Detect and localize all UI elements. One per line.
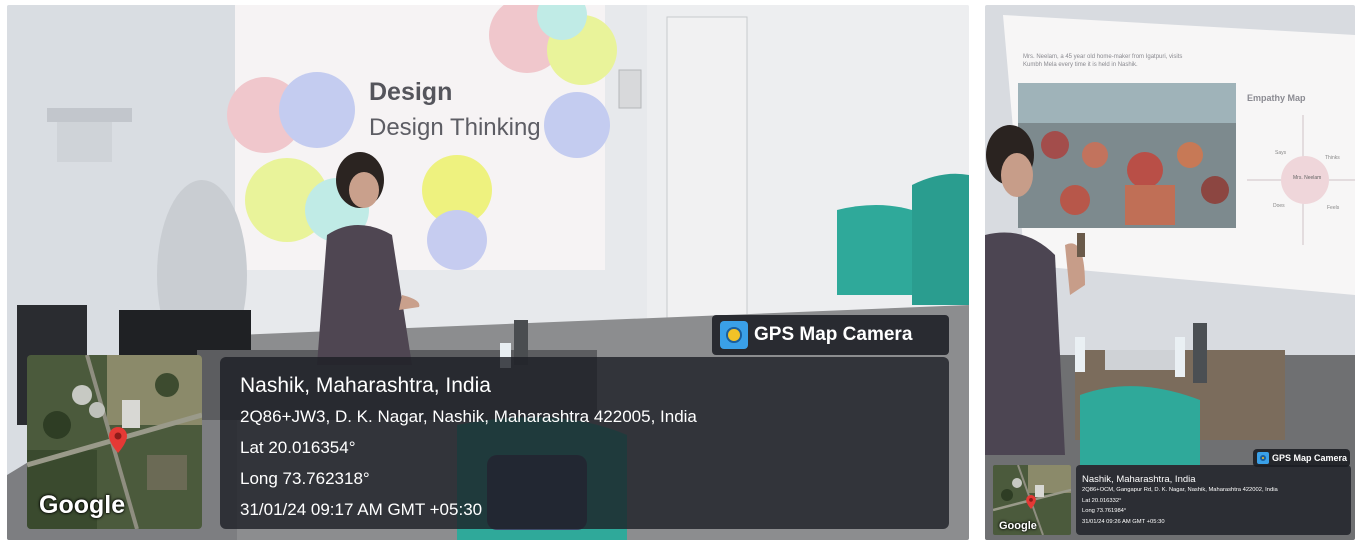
location-longitude: Long 73.761984° [1082, 508, 1127, 514]
empathy-quadrant-does: Does [1273, 203, 1285, 209]
map-pin-icon [109, 427, 127, 453]
location-place: Nashik, Maharashtra, India [240, 374, 491, 397]
location-latitude: Lat 20.016332° [1082, 497, 1122, 504]
empathy-quadrant-feels: Feels [1327, 205, 1340, 211]
gps-badge-label: GPS Map Camera [754, 324, 913, 345]
gps-map-camera-icon [720, 321, 748, 349]
location-longitude: Long 73.762318° [240, 469, 370, 488]
location-datetime: 31/01/24 09:26 AM GMT +05:30 [1082, 518, 1165, 525]
location-address: 2Q86+OCM, Gangapur Rd, D. K. Nagar, Nash… [1082, 487, 1278, 493]
slide-caption: Mrs. Neelam, a 45 year old home-maker fr… [1023, 54, 1183, 68]
right-photo: Mrs. Neelam, a 45 year old home-maker fr… [985, 5, 1355, 540]
google-attribution: Google [39, 491, 126, 519]
gps-map-camera-icon [1257, 452, 1269, 464]
gps-map-camera-badge: GPS Map Camera [712, 315, 949, 355]
map-pin-icon [1026, 495, 1036, 509]
location-info-panel: Nashik, Maharashtra, India 2Q86+OCM, Gan… [1076, 465, 1351, 535]
map-thumbnail: Google [27, 355, 202, 529]
empathy-quadrant-thinks: Thinks [1325, 155, 1340, 161]
location-address: 2Q86+JW3, D. K. Nagar, Nashik, Maharasht… [240, 407, 697, 426]
empathy-quadrant-says: Says [1275, 150, 1287, 156]
location-place: Nashik, Maharashtra, India [1082, 474, 1196, 485]
slide-heading: Empathy Map [1247, 93, 1306, 103]
empathy-map-center-label: Mrs. Neelam [1293, 175, 1322, 181]
map-thumbnail: Google [993, 465, 1071, 535]
location-datetime: 31/01/24 09:17 AM GMT +05:30 [240, 500, 483, 519]
left-photo: Design Design Thinking GPS Map Camera Na… [7, 5, 969, 540]
location-latitude: Lat 20.016354° [240, 438, 356, 457]
gps-badge-label: GPS Map Camera [1272, 453, 1348, 463]
location-info-panel: Nashik, Maharashtra, India 2Q86+JW3, D. … [220, 357, 949, 529]
slide-subtitle: Design Thinking [369, 114, 541, 141]
slide-title: Design [369, 78, 453, 106]
google-attribution: Google [999, 520, 1037, 532]
